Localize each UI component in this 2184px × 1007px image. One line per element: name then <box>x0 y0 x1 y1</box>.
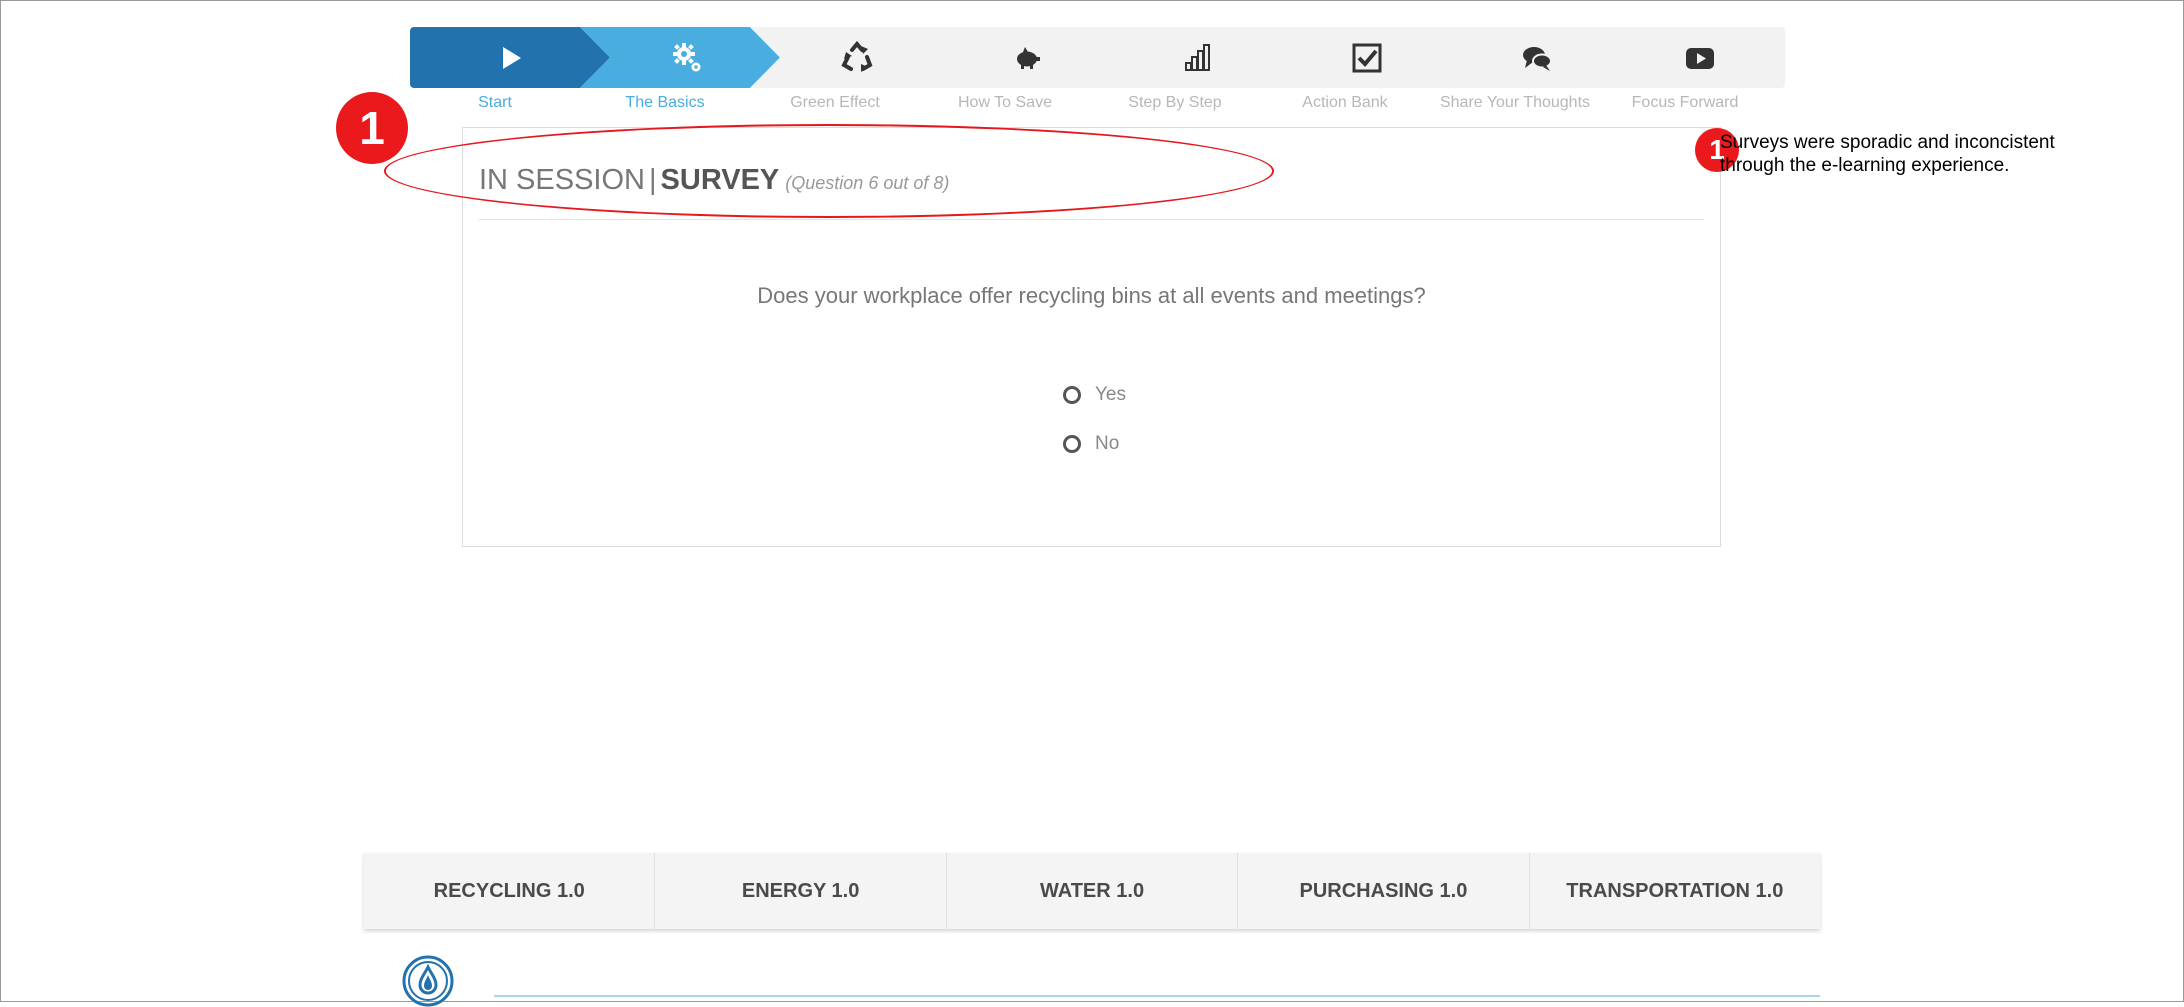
section-divider <box>494 995 1820 997</box>
play-icon <box>503 46 521 69</box>
step-label[interactable]: How To Save <box>920 94 1090 112</box>
tab-recycling[interactable]: RECYCLING 1.0 <box>364 853 656 929</box>
step-label[interactable]: Focus Forward <box>1600 94 1770 112</box>
tab-purchasing[interactable]: PURCHASING 1.0 <box>1238 853 1530 929</box>
step-share-your-thoughts[interactable] <box>1430 27 1630 88</box>
progress-steps <box>410 27 1785 88</box>
annotation-badge: 1 <box>336 92 408 164</box>
step-labels: Start The Basics Green Effect How To Sav… <box>410 94 1775 118</box>
video-play-icon <box>1685 47 1714 69</box>
step-green-effect[interactable] <box>750 27 950 88</box>
category-tabs: RECYCLING 1.0 ENERGY 1.0 WATER 1.0 PURCH… <box>364 853 1820 929</box>
gears-icon <box>673 42 701 71</box>
step-action-bank[interactable] <box>1260 27 1460 88</box>
step-start[interactable] <box>410 27 610 88</box>
water-drop-icon <box>402 955 454 1007</box>
step-label[interactable]: Step By Step <box>1090 94 1260 112</box>
chat-bubbles-icon <box>1523 46 1552 71</box>
tab-water[interactable]: WATER 1.0 <box>947 853 1239 929</box>
step-label[interactable]: Action Bank <box>1260 94 1430 112</box>
survey-question: Does your workplace offer recycling bins… <box>757 283 1426 308</box>
tab-energy[interactable]: ENERGY 1.0 <box>655 853 947 929</box>
step-label[interactable]: Green Effect <box>750 94 920 112</box>
radio-button[interactable] <box>1063 386 1081 404</box>
step-label[interactable]: Start <box>410 94 580 112</box>
option-label: Yes <box>1095 384 1126 405</box>
option-label: No <box>1095 433 1120 454</box>
step-label[interactable]: Share Your Thoughts <box>1430 94 1600 112</box>
annotation-note: Surveys were sporadic and inconcistent t… <box>1720 132 2055 176</box>
option-no[interactable]: No <box>1063 433 1119 455</box>
tab-transportation[interactable]: TRANSPORTATION 1.0 <box>1530 853 1820 929</box>
recycle-icon <box>841 40 873 72</box>
header-divider <box>479 219 1704 220</box>
piggy-bank-icon <box>1017 46 1040 69</box>
bar-steps-icon <box>1185 43 1210 71</box>
step-the-basics[interactable] <box>580 27 780 88</box>
step-step-by-step[interactable] <box>1090 27 1290 88</box>
step-how-to-save[interactable] <box>920 27 1120 88</box>
checkbox-icon <box>1352 43 1382 72</box>
radio-button[interactable] <box>1063 435 1081 453</box>
option-yes[interactable]: Yes <box>1063 384 1126 406</box>
step-label[interactable]: The Basics <box>580 94 750 112</box>
annotation-ellipse <box>384 124 1274 218</box>
